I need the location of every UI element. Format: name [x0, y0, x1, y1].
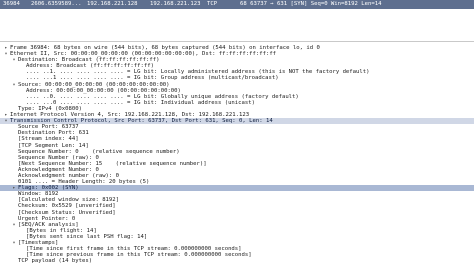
packet-list-row-selected[interactable]: 36984 2606.6359589... 192.168.221.128 19…	[0, 0, 474, 9]
packet-number: 36984	[3, 1, 20, 7]
packet-info: 68 63737 → 631 [SYN] Seq=0 Win=8192 Len=…	[240, 1, 382, 7]
packet-source: 192.168.221.128	[87, 1, 138, 7]
packet-details-tree: ▸ Frame 36984: 68 bytes on wire (544 bits…	[0, 45, 474, 264]
packet-time: 2606.6359589...	[31, 1, 82, 7]
tree-row[interactable]: TCP payload (14 bytes)	[0, 258, 474, 264]
packet-protocol: TCP	[207, 1, 218, 7]
tree-row-label: TCP payload (14 bytes)	[18, 258, 93, 265]
packet-destination: 192.168.221.123	[150, 1, 201, 7]
pane-divider[interactable]	[0, 41, 474, 42]
